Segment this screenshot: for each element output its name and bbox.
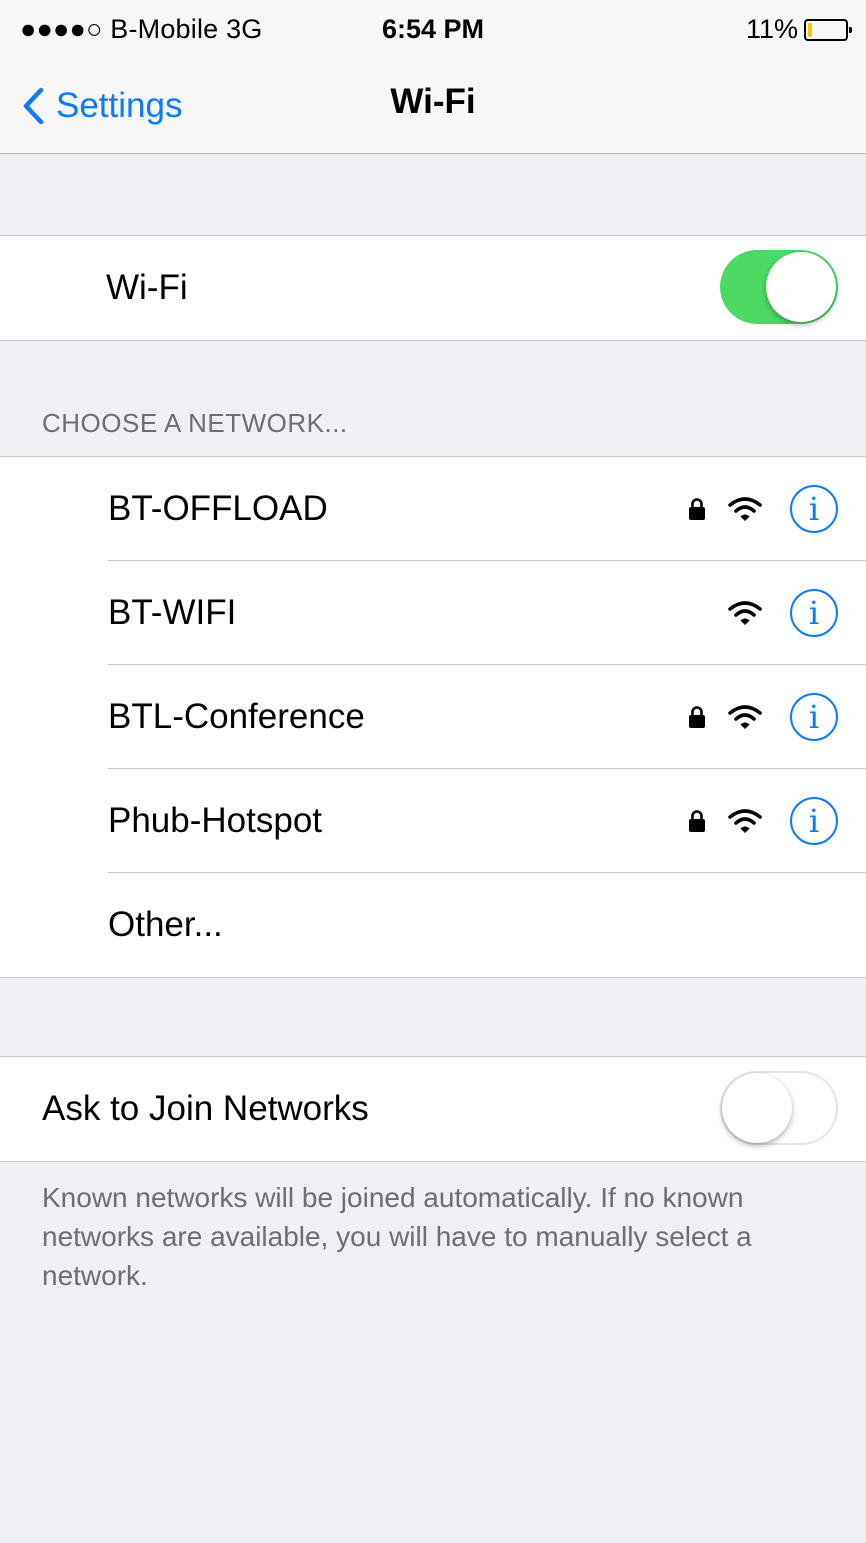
wifi-signal-icon [728,809,762,833]
lock-icon [689,706,705,728]
info-button[interactable]: i [790,485,838,533]
wifi-switch[interactable] [720,250,838,324]
network-icons: i [688,769,838,873]
ask-to-join-description: Known networks will be joined automatica… [42,1182,752,1291]
wifi-signal-icon [728,497,762,521]
ask-to-join-row: Ask to Join Networks [0,1057,866,1161]
network-name: BT-OFFLOAD [108,489,328,528]
wifi-signal-icon [728,705,762,729]
navigation-bar: Settings Wi-Fi [0,62,866,154]
network-icons: i [688,665,838,769]
section-header-choose-network: CHOOSE A NETWORK... [42,408,348,438]
info-icon: i [808,802,820,840]
wifi-toggle-label: Wi-Fi [106,268,188,307]
ask-to-join-label: Ask to Join Networks [42,1089,369,1128]
info-button[interactable]: i [790,693,838,741]
wifi-toggle-row: Wi-Fi [0,236,866,340]
battery-icon [804,18,852,41]
info-icon: i [808,698,820,736]
network-icons: i [728,561,838,665]
status-bar: ●●●●○ B-Mobile 3G 6:54 PM 11% [0,0,866,62]
wifi-toggle-group: Wi-Fi [0,235,866,341]
network-row[interactable]: BTL-Conference i [0,665,866,769]
lock-icon [689,810,705,832]
network-icons: i [688,457,838,561]
battery-nub [849,26,852,33]
network-row[interactable]: BT-WIFI i [0,561,866,665]
battery-indicator: 11% [746,14,852,45]
page-title: Wi-Fi [390,82,476,121]
network-row[interactable]: BT-OFFLOAD i [0,457,866,561]
battery-percent: 11% [745,14,798,44]
info-button[interactable]: i [790,589,838,637]
ask-to-join-group: Ask to Join Networks [0,1056,866,1162]
wifi-signal-icon [728,601,762,625]
network-name: BTL-Conference [108,697,365,736]
ask-to-join-switch[interactable] [720,1071,838,1145]
lock-icon [689,498,705,520]
info-icon: i [808,490,820,528]
switch-knob [722,1073,792,1143]
network-name: Phub-Hotspot [108,801,323,840]
network-name: BT-WIFI [108,593,237,632]
info-icon: i [808,594,820,632]
network-row[interactable]: Phub-Hotspot i [0,769,866,873]
battery-fill [808,22,812,37]
info-button[interactable]: i [790,797,838,845]
clock: 6:54 PM [381,14,485,44]
switch-knob [766,252,836,322]
network-list: BT-OFFLOAD i BT-WIFI i BTL-Conference i … [0,456,866,978]
other-network-row[interactable]: Other... [0,873,866,977]
other-network-label: Other... [108,905,223,944]
